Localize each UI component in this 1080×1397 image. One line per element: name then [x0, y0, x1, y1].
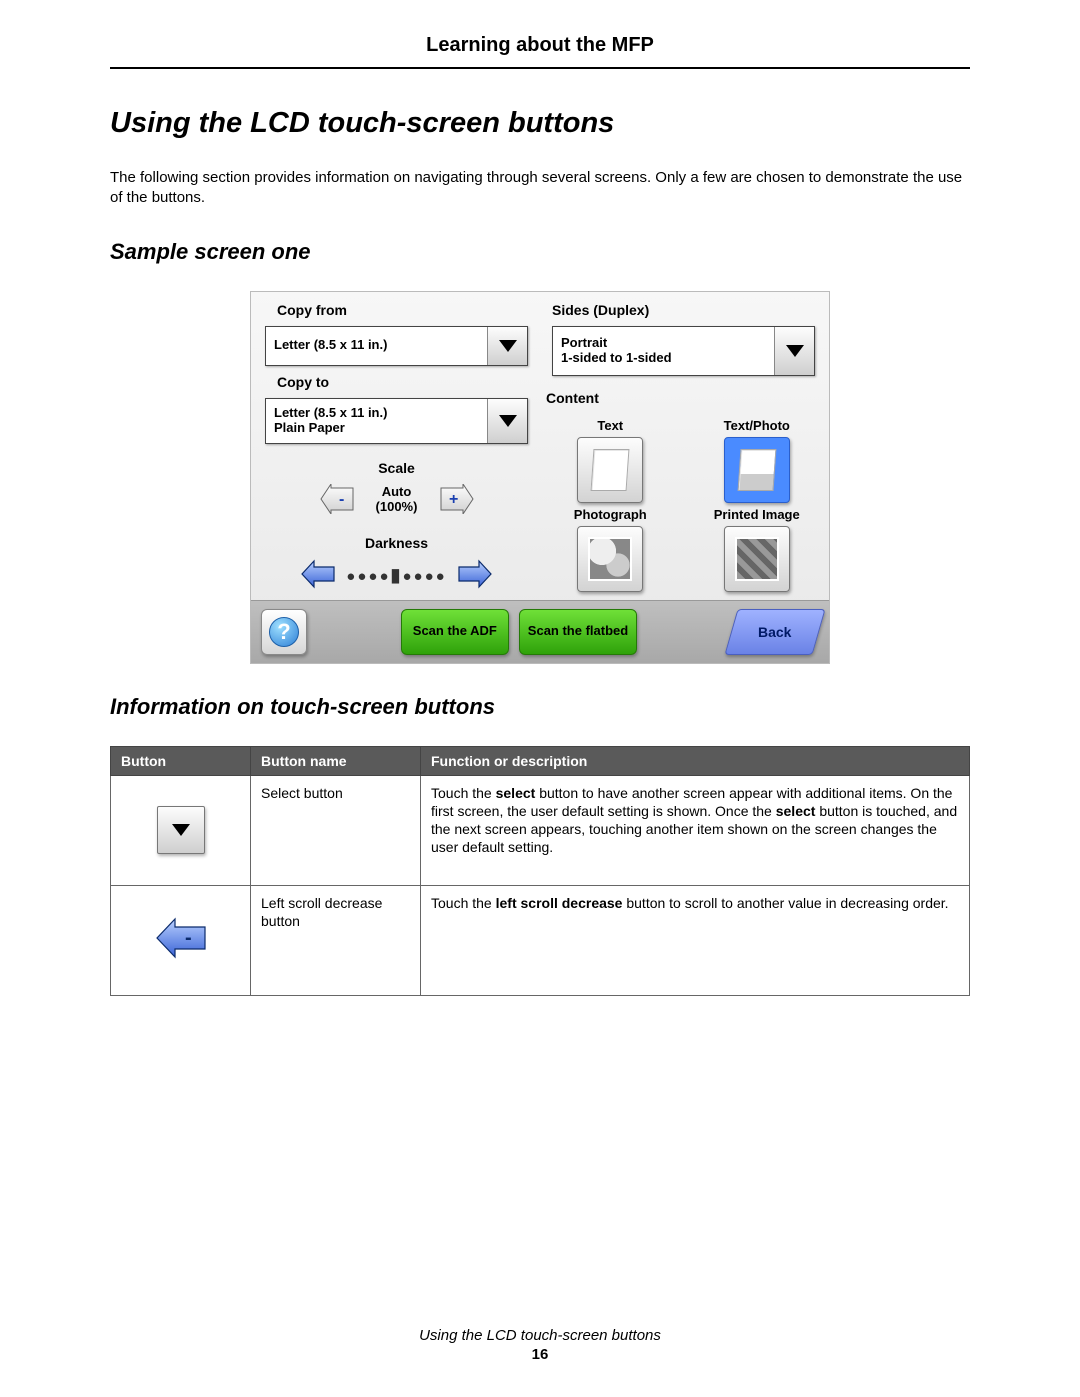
section-sample-screen: Sample screen one: [110, 239, 970, 265]
svg-text:-: -: [185, 927, 192, 949]
svg-text:-: -: [339, 491, 344, 508]
copy-to-select[interactable]: Letter (8.5 x 11 in.) Plain Paper: [265, 398, 528, 444]
left-scroll-decrease-icon: -: [153, 915, 209, 961]
document-icon: [591, 449, 630, 491]
darkness-scale: ●●●●▮●●●●: [346, 565, 446, 586]
scroll-left-decrease-icon[interactable]: -: [319, 484, 355, 517]
chevron-down-icon[interactable]: [774, 327, 814, 375]
svg-text:+: +: [449, 491, 458, 508]
arrow-right-icon[interactable]: [457, 559, 493, 592]
scan-flatbed-button[interactable]: Scan the flatbed: [519, 609, 637, 655]
copy-from-label: Copy from: [265, 302, 528, 318]
select-button-icon: [157, 806, 205, 854]
back-button[interactable]: Back: [724, 609, 825, 655]
cell-select-icon: [111, 775, 251, 885]
intro-text: The following section provides informati…: [110, 168, 970, 209]
th-description: Function or description: [421, 746, 970, 775]
copy-to-label: Copy to: [265, 374, 528, 390]
scale-label: Scale: [265, 460, 528, 476]
content-textphoto-label: Text/Photo: [699, 418, 816, 433]
content-printed-button[interactable]: [724, 526, 790, 592]
scale-value-line1: Auto: [365, 485, 429, 500]
th-button-name: Button name: [251, 746, 421, 775]
sides-label: Sides (Duplex): [552, 302, 815, 318]
cell-select-desc: Touch the select button to have another …: [421, 775, 970, 885]
page-title: Using the LCD touch-screen buttons: [110, 107, 970, 140]
sides-value-line1: Portrait: [561, 336, 766, 351]
section-info-buttons: Information on touch-screen buttons: [110, 694, 970, 720]
buttons-table: Button Button name Function or descripti…: [110, 746, 970, 996]
content-printed-label: Printed Image: [699, 507, 816, 522]
chevron-down-icon[interactable]: [487, 327, 527, 365]
content-text-label: Text: [552, 418, 669, 433]
scale-value-line2: (100%): [365, 500, 429, 515]
table-row: Select button Touch the select button to…: [111, 775, 970, 885]
th-button: Button: [111, 746, 251, 775]
darkness-label: Darkness: [265, 535, 528, 551]
cell-leftscroll-desc: Touch the left scroll decrease button to…: [421, 885, 970, 995]
help-button[interactable]: ?: [261, 609, 307, 655]
cell-leftscroll-icon: -: [111, 885, 251, 995]
cell-select-name: Select button: [251, 775, 421, 885]
scan-adf-button[interactable]: Scan the ADF: [401, 609, 509, 655]
copy-from-select[interactable]: Letter (8.5 x 11 in.): [265, 326, 528, 366]
footer-title: Using the LCD touch-screen buttons: [0, 1327, 1080, 1344]
table-row: - Left scroll decrease button Touch the …: [111, 885, 970, 995]
scroll-right-increase-icon[interactable]: +: [439, 484, 475, 517]
page-footer: Using the LCD touch-screen buttons 16: [0, 1327, 1080, 1363]
arrow-left-icon[interactable]: [300, 559, 336, 592]
printed-image-icon: [735, 537, 779, 581]
footer-page-number: 16: [0, 1346, 1080, 1363]
content-text-button[interactable]: [577, 437, 643, 503]
question-mark-icon: ?: [269, 617, 299, 647]
content-photograph-button[interactable]: [577, 526, 643, 592]
cell-leftscroll-name: Left scroll decrease button: [251, 885, 421, 995]
sides-value-line2: 1-sided to 1-sided: [561, 351, 766, 366]
sides-select[interactable]: Portrait 1-sided to 1-sided: [552, 326, 815, 376]
copy-to-value-line2: Plain Paper: [274, 421, 479, 436]
page-header: Learning about the MFP: [110, 34, 970, 67]
content-label: Content: [546, 390, 815, 406]
chevron-down-icon[interactable]: [487, 399, 527, 443]
document-photo-icon: [737, 449, 776, 491]
copy-to-value-line1: Letter (8.5 x 11 in.): [274, 406, 479, 421]
header-rule: [110, 67, 970, 69]
copy-from-value: Letter (8.5 x 11 in.): [274, 338, 479, 353]
lcd-screenshot: Copy from Letter (8.5 x 11 in.) Copy to …: [250, 291, 830, 664]
content-textphoto-button[interactable]: [724, 437, 790, 503]
content-photograph-label: Photograph: [552, 507, 669, 522]
photograph-icon: [588, 537, 632, 581]
